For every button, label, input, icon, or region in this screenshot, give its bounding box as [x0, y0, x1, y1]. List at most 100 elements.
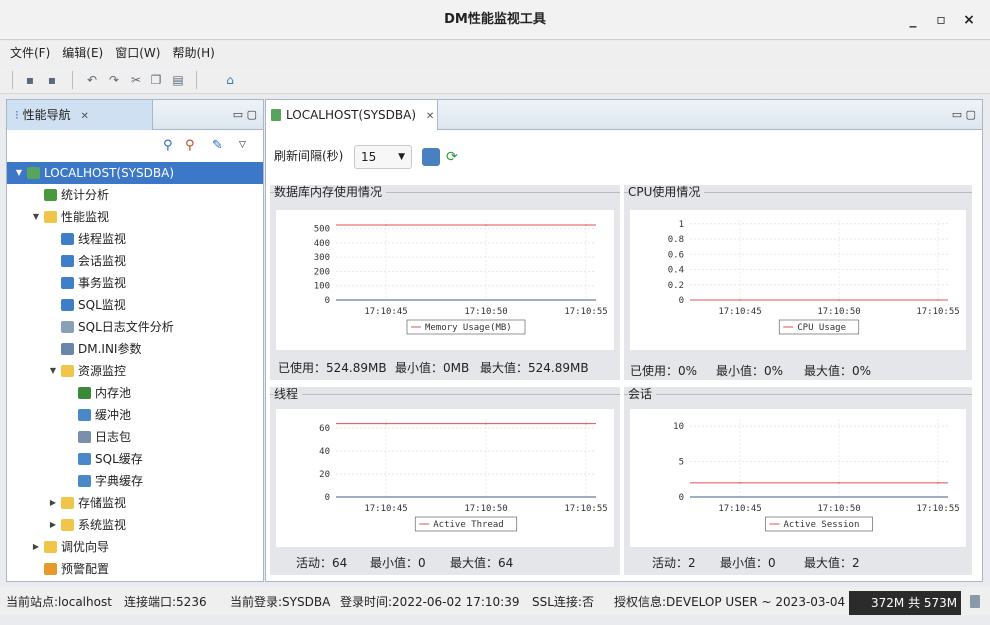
- data-point: [585, 422, 587, 425]
- copy-icon[interactable]: ❐: [148, 72, 164, 88]
- collapse-icon[interactable]: ▼: [47, 360, 59, 382]
- sessions-title: 会话: [628, 387, 657, 401]
- maximize-button[interactable]: ▫: [928, 0, 954, 40]
- data-point: [937, 482, 939, 484]
- cut-icon[interactable]: ✂: [128, 72, 144, 88]
- tree-node-label: 日志包: [95, 430, 132, 444]
- legend-label: CPU Usage: [797, 323, 846, 333]
- expand-icon[interactable]: ▶: [30, 536, 42, 558]
- tree-node[interactable]: DM.INI参数: [7, 338, 263, 360]
- refresh-interval-value: 15: [361, 150, 377, 164]
- paste-icon[interactable]: ▤: [170, 72, 186, 88]
- y-tick-label: 40: [319, 447, 330, 457]
- toolbar: ▪ ▪ ↶ ↷ ✂ ❐ ▤ ⌂: [0, 66, 990, 94]
- group-border: [270, 394, 620, 395]
- save-all-icon[interactable]: ▪: [44, 72, 60, 88]
- y-tick-label: 5: [679, 458, 684, 468]
- collapse-icon[interactable]: ▼: [30, 206, 42, 228]
- server-icon: [27, 167, 40, 179]
- y-tick-label: 20: [319, 470, 330, 480]
- tree-node[interactable]: 会话监视: [7, 250, 263, 272]
- navigation-tree: ▼ LOCALHOST(SYSDBA) 统计分析 ▼ 性能监视 线程监视 会话监视 事务监视 S…: [7, 162, 263, 580]
- heap-status[interactable]: 372M 共 573M: [849, 591, 961, 615]
- threads-active-label: 活动：: [296, 556, 333, 570]
- tab-performance-navigation[interactable]: ⁝ 性能导航 ✕: [7, 100, 153, 130]
- tree-node[interactable]: ▶ 系统监视: [7, 514, 263, 536]
- expand-icon[interactable]: ▶: [47, 492, 59, 514]
- threads-chart: 0 20 40 60 17:10:45 17:10:50 17:10:55 Active Th…: [276, 409, 614, 547]
- minimize-button[interactable]: _: [900, 0, 926, 40]
- y-tick-label: 300: [314, 253, 330, 263]
- x-tick-label: 17:10:50: [817, 307, 860, 317]
- y-tick-label: 60: [319, 424, 330, 434]
- close-tab-icon[interactable]: ✕: [81, 111, 89, 122]
- status-license: 授权信息:DEVELOP USER ~ 2023-03-04: [614, 595, 846, 609]
- tree-node[interactable]: 缓冲池: [7, 404, 263, 426]
- cpu-min-label: 最小值：: [716, 364, 765, 378]
- apply-refresh-icon[interactable]: [422, 148, 440, 166]
- tree-node-label: 内存池: [95, 386, 132, 400]
- tree-node[interactable]: ▼ 资源监控: [7, 360, 263, 382]
- home-icon[interactable]: ⌂: [222, 72, 238, 88]
- x-tick-label: 17:10:55: [916, 504, 959, 514]
- tree-node[interactable]: 统计分析: [7, 184, 263, 206]
- y-tick-label: 0: [325, 296, 330, 306]
- tree-node[interactable]: 日志包: [7, 426, 263, 448]
- tree-node[interactable]: 事务监视: [7, 272, 263, 294]
- data-point: [385, 224, 387, 226]
- maximize-pane-icon[interactable]: ▢: [247, 108, 257, 121]
- minimize-pane-icon[interactable]: ▭: [952, 108, 962, 121]
- tree-node[interactable]: ▼ 性能监视: [7, 206, 263, 228]
- menu-edit[interactable]: 编辑(E): [56, 41, 109, 65]
- tree-node[interactable]: 线程监视: [7, 228, 263, 250]
- data-point: [385, 422, 387, 425]
- y-tick-label: 0: [679, 296, 684, 306]
- y-tick-label: 0: [325, 493, 330, 503]
- redo-icon[interactable]: ↷: [106, 72, 122, 88]
- refresh-interval-select[interactable]: 15 ▼: [354, 145, 412, 169]
- connect-icon[interactable]: ⚲: [163, 138, 173, 153]
- edit-icon[interactable]: ✎: [212, 138, 223, 153]
- maximize-pane-icon[interactable]: ▢: [966, 108, 976, 121]
- tree-node-label: 系统监视: [78, 518, 127, 532]
- transaction-icon: [61, 277, 74, 289]
- nav-tab-icon: ⁝: [15, 108, 19, 122]
- tree-node[interactable]: SQL监视: [7, 294, 263, 316]
- legend-label: Memory Usage(MB): [425, 323, 512, 333]
- tree-node[interactable]: ▶ 调优向导: [7, 536, 263, 558]
- garbage-collect-icon[interactable]: [970, 595, 980, 608]
- threads-panel: 线程 0 20 40 60 17:10:45 17:10:50 17:10:55 Active…: [270, 387, 620, 575]
- undo-icon[interactable]: ↶: [84, 72, 100, 88]
- tree-node[interactable]: 预警配置: [7, 558, 263, 580]
- tree-node[interactable]: 字典缓存: [7, 470, 263, 492]
- y-tick-label: 400: [314, 239, 330, 249]
- menu-file[interactable]: 文件(F): [0, 41, 56, 65]
- x-tick-label: 17:10:50: [464, 504, 507, 514]
- sessions-panel: 会话 0 5 10 17:10:45 17:10:50 17:10:55 Active Se…: [624, 387, 972, 575]
- menu-help[interactable]: 帮助(H): [166, 41, 220, 65]
- refresh-icon[interactable]: ⟳: [446, 148, 458, 166]
- x-tick-label: 17:10:45: [718, 307, 761, 317]
- memory-usage-title: 数据库内存使用情况: [274, 185, 387, 199]
- disconnect-icon[interactable]: ⚲: [185, 138, 195, 153]
- menu-window[interactable]: 窗口(W): [109, 41, 166, 65]
- tree-node[interactable]: 内存池: [7, 382, 263, 404]
- save-icon[interactable]: ▪: [22, 72, 38, 88]
- tree-node[interactable]: ▼ LOCALHOST(SYSDBA): [7, 162, 263, 184]
- close-button[interactable]: ×: [956, 0, 982, 40]
- tree-node[interactable]: SQL日志文件分析: [7, 316, 263, 338]
- sessions-min-label: 最小值：: [720, 556, 769, 570]
- expand-icon[interactable]: ▶: [47, 514, 59, 536]
- minimize-pane-icon[interactable]: ▭: [233, 108, 243, 121]
- data-point: [739, 299, 741, 301]
- collapse-icon[interactable]: ▼: [13, 162, 25, 184]
- close-tab-icon[interactable]: ✕: [426, 111, 434, 122]
- tab-localhost-sysdba[interactable]: LOCALHOST(SYSDBA) ✕: [266, 100, 438, 130]
- tree-node[interactable]: SQL缓存: [7, 448, 263, 470]
- cpu-min-value: 0%: [764, 364, 784, 378]
- view-menu-icon[interactable]: ▽: [239, 140, 246, 150]
- toolbar-separator: [196, 71, 197, 89]
- tree-node[interactable]: ▶ 存储监视: [7, 492, 263, 514]
- memory-chart: 0 100 200 300 400 500 17:10:45 17:10:50 17:10:55…: [276, 210, 614, 350]
- status-login: 当前登录:SYSDBA: [230, 595, 331, 609]
